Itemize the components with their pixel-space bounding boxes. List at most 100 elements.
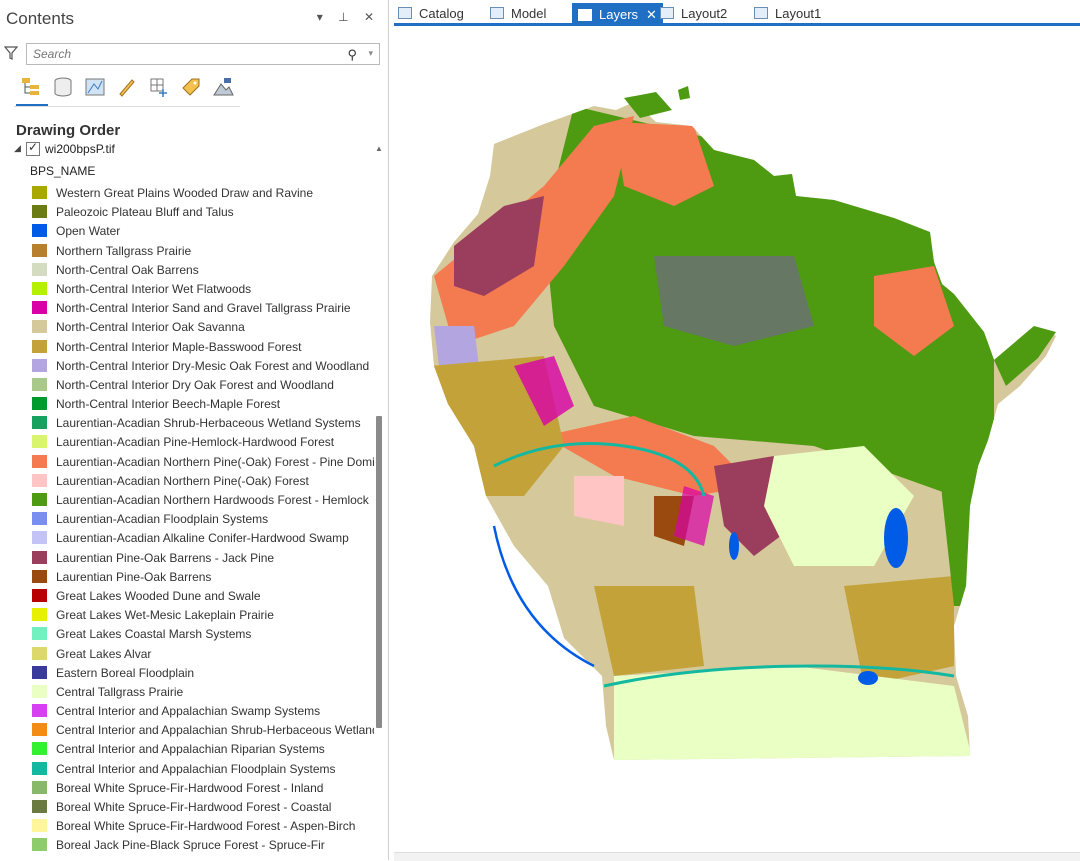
legend-item[interactable]: Laurentian Pine-Oak Barrens	[32, 568, 374, 587]
legend-item[interactable]: Laurentian-Acadian Northern Hardwoods Fo…	[32, 491, 374, 510]
legend-swatch[interactable]	[32, 800, 47, 813]
legend-item[interactable]: Great Lakes Wet-Mesic Lakeplain Prairie	[32, 606, 374, 625]
pane-window-controls[interactable]: ▾ ⊥ ✕	[317, 10, 380, 24]
legend-swatch[interactable]	[32, 301, 47, 315]
legend-item[interactable]: Laurentian-Acadian Northern Pine(-Oak) F…	[32, 472, 374, 491]
legend-swatch[interactable]	[32, 723, 47, 737]
legend-swatch[interactable]	[32, 224, 47, 238]
legend-swatch[interactable]	[32, 608, 47, 622]
legend-swatch[interactable]	[32, 761, 47, 775]
legend-item[interactable]: North-Central Interior Oak Savanna	[32, 318, 374, 337]
legend-item[interactable]: Laurentian-Acadian Shrub-Herbaceous Wetl…	[32, 414, 374, 433]
legend-item[interactable]: Boreal White Spruce-Fir-Hardwood Forest …	[32, 798, 374, 817]
legend-item[interactable]: Boreal White Spruce-Fir-Hardwood Forest …	[32, 817, 374, 836]
expand-arrow-icon[interactable]: ◢	[14, 143, 21, 154]
tab-model[interactable]: Model	[490, 3, 546, 23]
layer-row[interactable]: ◢ ✓ wi200bpsP.tif	[14, 140, 314, 158]
close-icon[interactable]: ✕	[646, 7, 657, 23]
legend-swatch[interactable]	[32, 512, 47, 526]
search-icon[interactable]: ⚲	[347, 47, 357, 63]
legend-swatch[interactable]	[32, 416, 47, 430]
legend-swatch[interactable]	[32, 550, 47, 564]
legend-item[interactable]: Laurentian-Acadian Floodplain Systems	[32, 510, 374, 529]
legend-item[interactable]: Central Tallgrass Prairie	[32, 683, 374, 702]
legend-swatch[interactable]	[32, 742, 47, 756]
legend-item[interactable]: Laurentian-Acadian Northern Pine(-Oak) F…	[32, 453, 374, 472]
legend-swatch[interactable]	[32, 531, 47, 545]
legend-item[interactable]: Great Lakes Coastal Marsh Systems	[32, 625, 374, 644]
pane-title: Contents	[6, 9, 75, 28]
search-input[interactable]	[33, 47, 333, 61]
list-by-snapping-icon[interactable]	[146, 74, 172, 100]
legend-swatch[interactable]	[32, 339, 47, 353]
tab-layout2[interactable]: Layout2	[660, 3, 727, 23]
legend-item[interactable]: Great Lakes Wooded Dune and Swale	[32, 587, 374, 606]
layer-name[interactable]: wi200bpsP.tif	[45, 142, 115, 156]
legend-item[interactable]: North-Central Interior Maple-Basswood Fo…	[32, 338, 374, 357]
legend-item[interactable]: Central Interior and Appalachian Shrub-H…	[32, 721, 374, 740]
tab-catalog[interactable]: Catalog	[398, 3, 464, 23]
legend-list: Western Great Plains Wooded Draw and Rav…	[32, 184, 374, 856]
legend-swatch[interactable]	[32, 397, 47, 411]
legend-swatch[interactable]	[32, 473, 47, 487]
list-by-perspective-imagery-icon[interactable]	[210, 74, 236, 100]
legend-swatch[interactable]	[32, 819, 47, 833]
legend-swatch[interactable]	[32, 684, 47, 698]
legend-swatch[interactable]	[32, 243, 47, 257]
legend-item[interactable]: Laurentian Pine-Oak Barrens - Jack Pine	[32, 549, 374, 568]
tab-layout1[interactable]: Layout1	[754, 3, 821, 23]
legend-swatch[interactable]	[32, 627, 47, 641]
legend-item[interactable]: North-Central Interior Beech-Maple Fores…	[32, 395, 374, 414]
legend-item[interactable]: Boreal White Spruce-Fir-Hardwood Forest …	[32, 779, 374, 798]
legend-item[interactable]: North-Central Interior Wet Flatwoods	[32, 280, 374, 299]
legend-swatch[interactable]	[32, 588, 47, 602]
legend-swatch[interactable]	[32, 186, 47, 199]
list-by-editing-icon[interactable]	[114, 74, 140, 100]
legend-swatch[interactable]	[32, 320, 47, 334]
legend-item[interactable]: Laurentian-Acadian Alkaline Conifer-Hard…	[32, 529, 374, 548]
legend-item[interactable]: Great Lakes Alvar	[32, 645, 374, 664]
legend-item[interactable]: Boreal Jack Pine-Black Spruce Forest - S…	[32, 836, 374, 855]
legend-swatch[interactable]	[32, 205, 47, 219]
catalog-icon	[398, 7, 412, 19]
legend-swatch[interactable]	[32, 780, 47, 794]
legend-swatch[interactable]	[32, 704, 47, 718]
legend-swatch[interactable]	[32, 646, 47, 660]
legend-item[interactable]: Open Water	[32, 222, 374, 241]
legend-item[interactable]: Eastern Boreal Floodplain	[32, 664, 374, 683]
list-by-source-icon[interactable]	[50, 74, 76, 100]
legend-item[interactable]: North-Central Interior Dry Oak Forest an…	[32, 376, 374, 395]
chevron-down-icon[interactable]: ▾	[368, 48, 373, 59]
legend-swatch[interactable]	[32, 377, 47, 391]
legend-item[interactable]: Central Interior and Appalachian Swamp S…	[32, 702, 374, 721]
scroll-up-icon[interactable]: ▲	[375, 144, 383, 153]
legend-item[interactable]: North-Central Oak Barrens	[32, 261, 374, 280]
list-by-labeling-icon[interactable]	[178, 74, 204, 100]
filter-icon[interactable]	[4, 46, 18, 60]
legend-swatch[interactable]	[32, 435, 47, 449]
list-by-drawing-order-icon[interactable]	[18, 74, 44, 100]
legend-swatch[interactable]	[32, 493, 47, 506]
legend-swatch[interactable]	[32, 665, 47, 679]
legend-item[interactable]: North-Central Interior Dry-Mesic Oak For…	[32, 357, 374, 376]
scrollbar[interactable]: ▲	[375, 144, 383, 860]
legend-swatch[interactable]	[32, 838, 47, 852]
legend-swatch[interactable]	[32, 281, 47, 295]
scrollbar-thumb[interactable]	[376, 416, 382, 728]
legend-swatch[interactable]	[32, 358, 47, 372]
legend-swatch[interactable]	[32, 569, 47, 583]
legend-item[interactable]: Western Great Plains Wooded Draw and Rav…	[32, 184, 374, 203]
map-view[interactable]	[394, 26, 1080, 852]
search-box[interactable]: ⚲ ▾	[26, 43, 380, 65]
legend-item[interactable]: Paleozoic Plateau Bluff and Talus	[32, 203, 374, 222]
layer-visibility-checkbox[interactable]: ✓	[26, 140, 40, 156]
legend-swatch[interactable]	[32, 262, 47, 276]
legend-item[interactable]: Laurentian-Acadian Pine-Hemlock-Hardwood…	[32, 433, 374, 452]
legend-item[interactable]: North-Central Interior Sand and Gravel T…	[32, 299, 374, 318]
legend-swatch[interactable]	[32, 454, 47, 468]
tab-layers[interactable]: Layers ✕	[572, 3, 663, 26]
list-by-selection-icon[interactable]	[82, 74, 108, 100]
legend-item[interactable]: Central Interior and Appalachian Riparia…	[32, 740, 374, 759]
legend-item[interactable]: Central Interior and Appalachian Floodpl…	[32, 760, 374, 779]
legend-item[interactable]: Northern Tallgrass Prairie	[32, 242, 374, 261]
